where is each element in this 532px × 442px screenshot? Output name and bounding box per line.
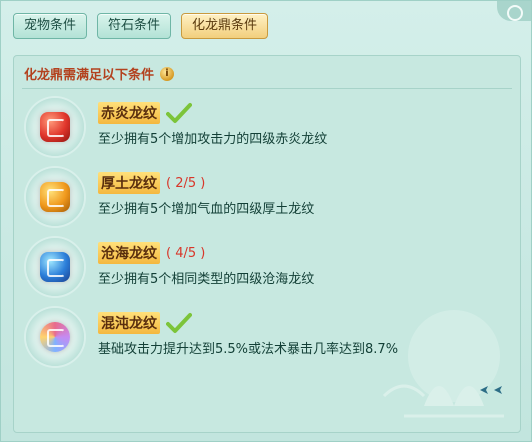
tab-rune-conditions[interactable]: 符石条件: [97, 13, 172, 39]
condition-name-text: 厚土龙纹: [98, 172, 160, 194]
conditions-panel: 宠物条件 符石条件 化龙鼎条件 化龙鼎需满足以下条件 i 赤炎龙纹 至少拥有5个…: [0, 0, 532, 442]
condition-name: 沧海龙纹 ( 4/5 ): [98, 242, 205, 264]
tab-dragon-cauldron-conditions[interactable]: 化龙鼎条件: [181, 13, 269, 39]
condition-name-text: 混沌龙纹: [98, 312, 160, 334]
info-icon[interactable]: i: [160, 66, 175, 81]
condition-desc: 至少拥有5个增加攻击力的四级赤炎龙纹: [98, 132, 328, 147]
lotus-decoration-icon: [382, 310, 504, 418]
gem-slot: [26, 308, 84, 366]
tab-bar: 宠物条件 符石条件 化龙鼎条件: [13, 13, 269, 39]
condition-name: 厚土龙纹 ( 2/5 ): [98, 172, 205, 194]
orange-gem-icon: [40, 182, 70, 212]
check-icon: [166, 313, 192, 333]
conditions-box: 化龙鼎需满足以下条件 i 赤炎龙纹 至少拥有5个增加攻击力的四级赤炎龙纹 厚土龙…: [13, 55, 521, 433]
condition-row-chiyan: 赤炎龙纹 至少拥有5个增加攻击力的四级赤炎龙纹: [14, 94, 520, 164]
condition-progress: ( 2/5 ): [166, 175, 206, 191]
condition-progress: ( 4/5 ): [166, 245, 206, 261]
divider: [22, 88, 512, 89]
chaos-gem-icon: [40, 322, 70, 352]
condition-name-text: 赤炎龙纹: [98, 102, 160, 124]
check-icon: [166, 103, 192, 123]
gem-slot: [26, 98, 84, 156]
close-icon[interactable]: [497, 1, 531, 21]
condition-desc: 至少拥有5个增加气血的四级厚土龙纹: [98, 202, 315, 217]
condition-row-houtu: 厚土龙纹 ( 2/5 ) 至少拥有5个增加气血的四级厚土龙纹: [14, 164, 520, 234]
condition-name: 赤炎龙纹: [98, 102, 192, 124]
condition-desc: 基础攻击力提升达到5.5%或法术暴击几率达到8.7%: [98, 342, 399, 357]
condition-name-text: 沧海龙纹: [98, 242, 160, 264]
section-title: 化龙鼎需满足以下条件 i: [24, 64, 175, 83]
condition-name: 混沌龙纹: [98, 312, 192, 334]
condition-desc: 至少拥有5个相同类型的四级沧海龙纹: [98, 272, 315, 287]
tab-pet-conditions[interactable]: 宠物条件: [13, 13, 88, 39]
birds-decoration-icon: [480, 386, 502, 394]
gem-slot: [26, 238, 84, 296]
section-title-text: 化龙鼎需满足以下条件: [24, 68, 155, 83]
blue-gem-icon: [40, 252, 70, 282]
gem-slot: [26, 168, 84, 226]
red-gem-icon: [40, 112, 70, 142]
